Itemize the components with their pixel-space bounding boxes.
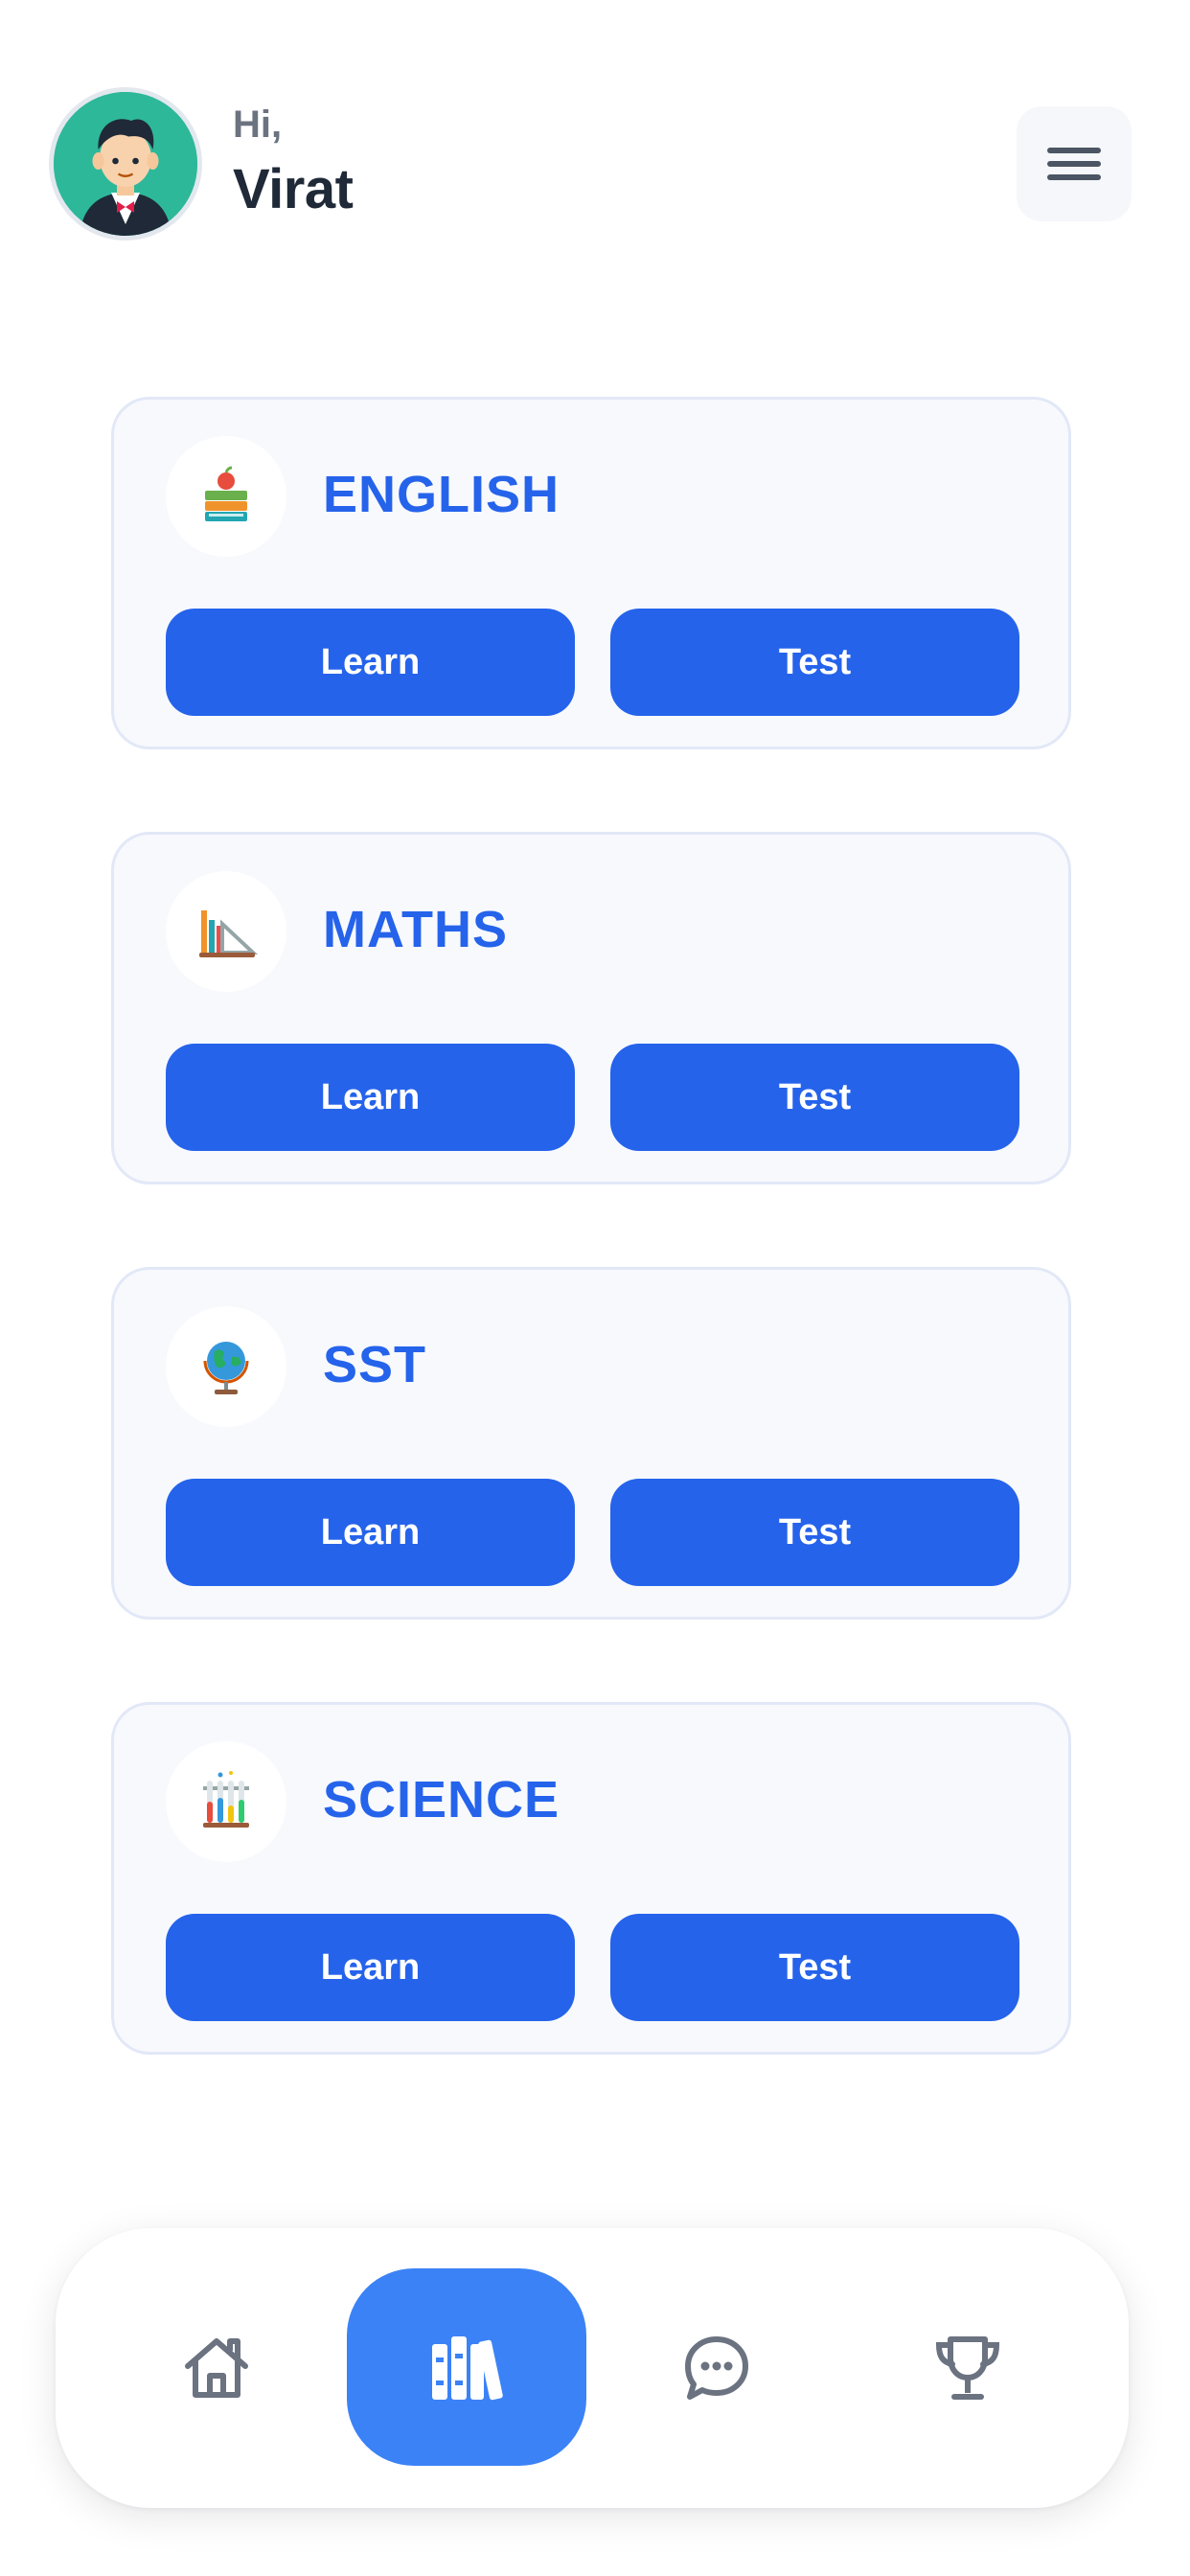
library-icon — [432, 2336, 503, 2401]
home-icon — [185, 2338, 248, 2398]
subject-title: ENGLISH — [323, 466, 561, 523]
learn-button-sst[interactable]: Learn — [166, 1479, 575, 1586]
subject-title: MATHS — [323, 901, 508, 958]
test-tubes-icon — [166, 1741, 286, 1862]
test-button-english[interactable]: Test — [610, 609, 1019, 716]
nav-home[interactable] — [121, 2228, 312, 2508]
app-screen: Hi, Virat ENGLISH Learn Test MATHS Learn… — [0, 0, 1190, 2576]
learn-button-maths[interactable]: Learn — [166, 1044, 575, 1151]
books-apple-icon — [166, 436, 286, 557]
nav-library[interactable] — [347, 2268, 586, 2466]
subject-card-sst: SST Learn Test — [111, 1267, 1071, 1620]
subject-card-maths: MATHS Learn Test — [111, 832, 1071, 1184]
trophy-icon — [935, 2336, 1000, 2400]
hamburger-icon — [1047, 140, 1101, 188]
nav-chat[interactable] — [621, 2228, 812, 2508]
subject-title: SCIENCE — [323, 1771, 561, 1828]
menu-button[interactable] — [1017, 106, 1132, 221]
test-button-sst[interactable]: Test — [610, 1479, 1019, 1586]
subject-title: SST — [323, 1336, 427, 1393]
avatar[interactable] — [54, 92, 197, 236]
test-button-maths[interactable]: Test — [610, 1044, 1019, 1151]
user-name: Virat — [233, 158, 354, 220]
globe-icon — [166, 1306, 286, 1427]
bottom-nav — [56, 2228, 1129, 2508]
subject-card-science: SCIENCE Learn Test — [111, 1702, 1071, 2055]
user-avatar-icon — [54, 92, 197, 236]
greeting-text: Hi, — [233, 104, 283, 146]
learn-button-science[interactable]: Learn — [166, 1914, 575, 2021]
learn-button-english[interactable]: Learn — [166, 609, 575, 716]
test-button-science[interactable]: Test — [610, 1914, 1019, 2021]
ruler-chart-icon — [166, 871, 286, 992]
nav-trophy[interactable] — [872, 2228, 1064, 2508]
chat-icon — [685, 2336, 748, 2400]
subject-card-english: ENGLISH Learn Test — [111, 397, 1071, 749]
